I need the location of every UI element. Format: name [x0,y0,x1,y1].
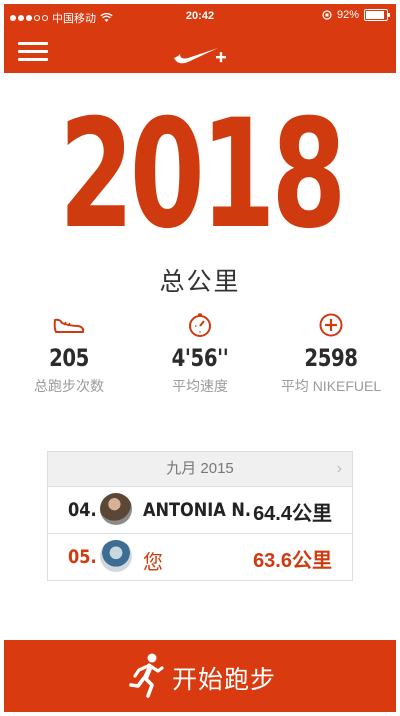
stat-runs-label: 总跑步次数 [34,378,104,394]
stat-pace-label: 平均速度 [172,378,228,394]
stat-runs-value: 205 [49,344,89,372]
row-name: 您 [143,552,163,574]
battery-percent: 92% [336,9,359,21]
avatar [100,493,132,525]
stat-pace: 4'56'' 平均速度 [135,312,265,396]
stopwatch-icon [189,313,211,337]
leaderboard-header[interactable]: 九月 2015 › [48,452,352,487]
header-bar: 中国移动 20:42 92% [4,4,396,73]
orientation-lock-icon [322,10,332,20]
start-run-label: 开始跑步 [172,666,277,694]
row-distance: 63.6公里 [253,550,332,572]
menu-button[interactable] [18,42,48,64]
runner-icon [129,653,164,698]
chevron-right-icon[interactable]: › [337,452,342,486]
row-rank: 04. [68,499,97,521]
hamburger-icon [18,42,48,45]
total-distance-value: 2018 [58,88,347,262]
leaderboard-month: 九月 2015 [166,460,234,477]
row-distance: 64.4公里 [253,503,332,525]
status-right: 92% [322,9,390,21]
row-name: ANTONIA N. [143,499,252,521]
avatar [100,540,132,572]
stat-pace-value: 4'56'' [171,344,229,372]
leaderboard: 九月 2015 › 04. ANTONIA N. 64.4公里 05. 您 63… [47,451,353,581]
stat-fuel-label: 平均 NIKEFUEL [280,378,382,394]
stat-fuel: 2598 平均 NIKEFUEL [266,312,396,396]
nike-plus-logo [174,48,226,64]
status-bar: 中国移动 20:42 92% [4,4,396,28]
total-distance-unit: 总公里 [159,268,241,296]
fuel-plus-icon [319,313,343,337]
battery-icon [364,9,390,21]
stat-runs: 205 总跑步次数 [4,312,134,396]
start-run-button[interactable]: 开始跑步 [4,640,396,712]
stats-row: 205 总跑步次数 4'56'' 平均速度 2598 平均 NIKEFUEL [4,312,396,402]
stat-fuel-value: 2598 [304,344,358,372]
leaderboard-row-self[interactable]: 05. 您 63.6公里 [48,534,352,580]
row-rank: 05. [68,546,97,568]
app-screen: 中国移动 20:42 92% 2018 总公里 205 总跑步次数 4'56''… [4,4,396,712]
leaderboard-row[interactable]: 04. ANTONIA N. 64.4公里 [48,487,352,534]
shoe-icon [53,318,85,333]
